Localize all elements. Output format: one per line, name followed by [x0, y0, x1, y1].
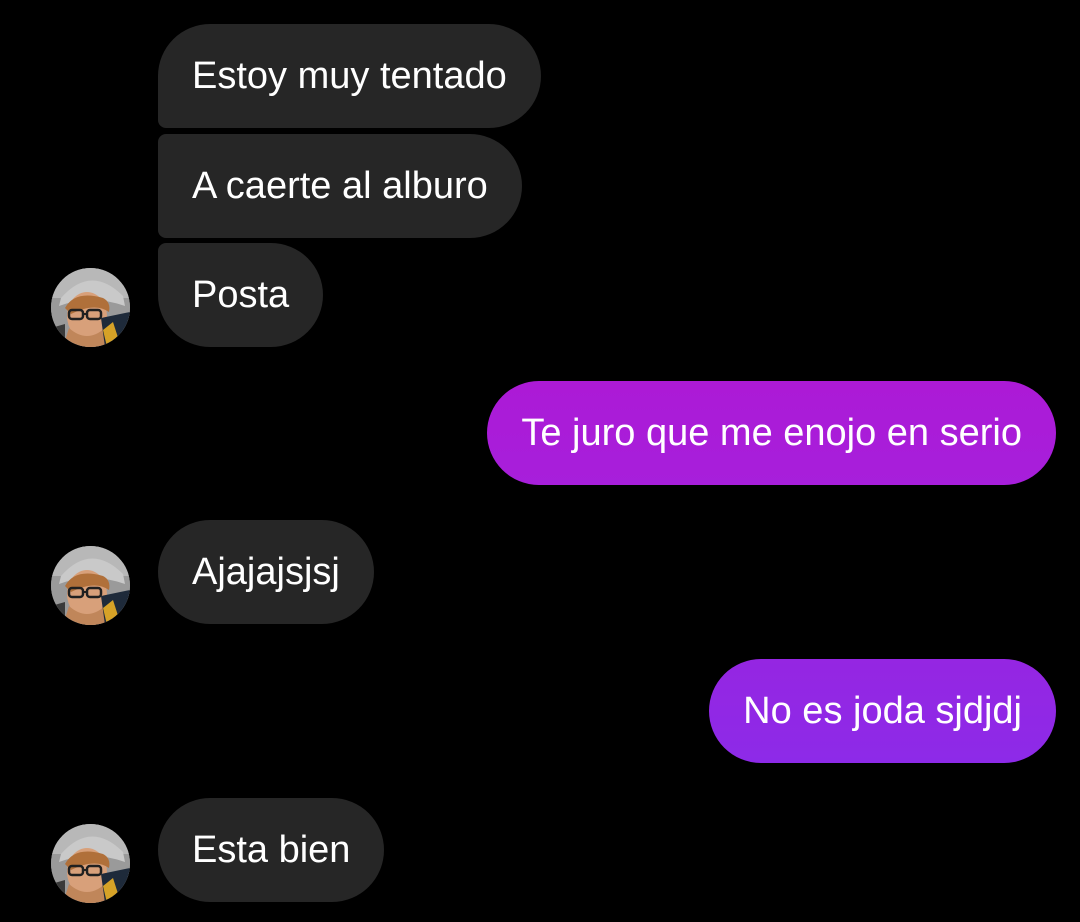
contact-avatar[interactable] — [51, 268, 130, 347]
contact-avatar-icon — [51, 268, 130, 347]
incoming-message-bubble[interactable]: Ajajajsjsj — [158, 520, 374, 624]
incoming-message-bubble[interactable]: Posta — [158, 243, 324, 347]
incoming-message-bubble[interactable]: A caerte al alburo — [158, 134, 522, 238]
contact-avatar[interactable] — [51, 546, 130, 625]
incoming-message-bubble[interactable]: Estoy muy tentado — [158, 24, 541, 128]
outgoing-message-bubble[interactable]: No es joda sjdjdj — [709, 659, 1056, 763]
incoming-message-bubble[interactable]: Esta bien — [158, 798, 385, 902]
message-thread: Estoy muy tentado A caerte al alburo Pos… — [0, 0, 1080, 922]
contact-avatar-icon — [51, 824, 130, 903]
contact-avatar[interactable] — [51, 824, 130, 903]
outgoing-message-bubble[interactable]: Te juro que me enojo en serio — [487, 381, 1056, 485]
contact-avatar-icon — [51, 546, 130, 625]
